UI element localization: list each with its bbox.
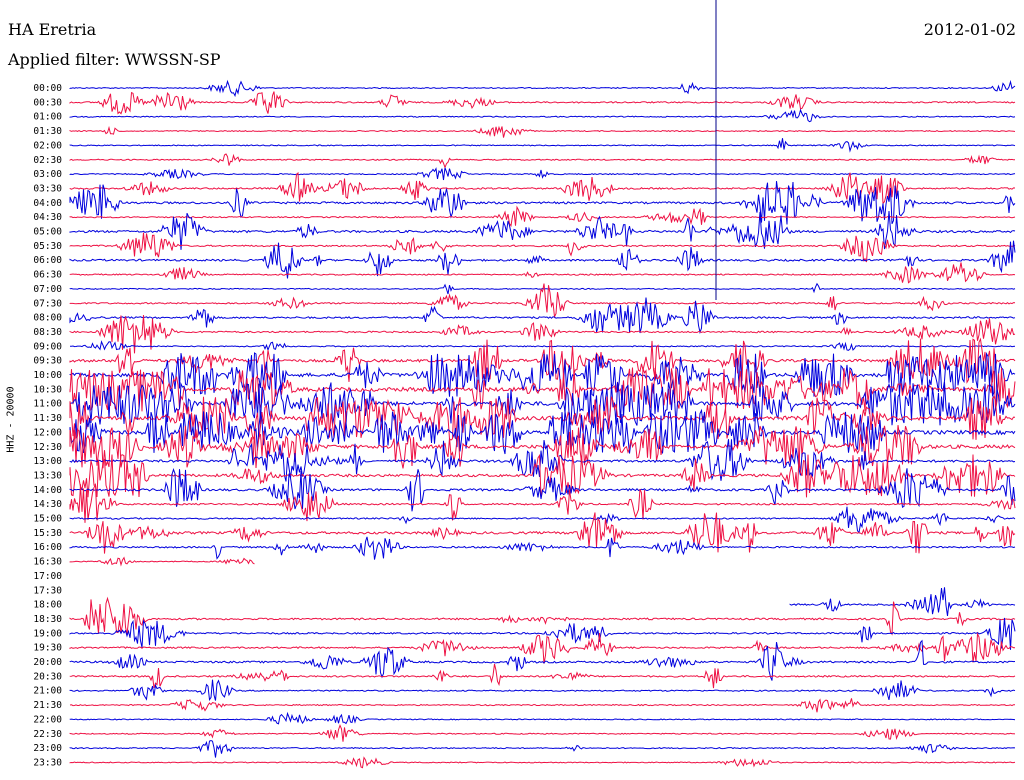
time-tick-label: 16:00: [33, 542, 62, 553]
time-tick-label: 13:00: [33, 456, 62, 467]
trace-row: [69, 536, 1016, 560]
time-tick-label: 06:30: [33, 270, 62, 281]
time-tick-label: 07:30: [33, 298, 62, 309]
time-tick-label: 11:00: [33, 399, 62, 410]
time-tick-label: 19:30: [33, 643, 62, 654]
time-tick-label: 07:00: [33, 284, 62, 295]
time-tick-label: 12:00: [33, 427, 62, 438]
time-tick-label: 18:00: [33, 600, 62, 611]
trace-row: [69, 596, 1016, 636]
time-tick-label: 08:30: [33, 327, 62, 338]
time-tick-label: 06:00: [33, 255, 62, 266]
time-tick-label: 17:30: [33, 585, 62, 596]
time-tick-label: 22:00: [33, 714, 62, 725]
trace-row: [69, 232, 1016, 263]
time-tick-label: 01:00: [33, 112, 62, 123]
time-tick-label: 23:30: [33, 757, 62, 768]
trace-row: [69, 739, 1016, 758]
trace-row: [69, 698, 1015, 713]
time-tick-label: 01:30: [33, 126, 62, 137]
time-tick-label: 23:00: [33, 743, 62, 754]
trace-row: [69, 556, 255, 567]
time-tick-label: 14:00: [33, 485, 62, 496]
time-tick-labels: 00:00 00:30 01:00 01:30 02:00 02:30 03:00 03:30…: [33, 83, 62, 768]
time-tick-label: 17:00: [33, 571, 62, 582]
time-tick-label: 19:00: [33, 628, 62, 639]
trace-row: [69, 79, 1016, 98]
time-tick-label: 02:30: [33, 155, 62, 166]
time-tick-label: 11:30: [33, 413, 62, 424]
time-tick-label: 03:30: [33, 183, 62, 194]
time-tick-label: 00:00: [33, 83, 62, 94]
time-tick-label: 16:30: [33, 557, 62, 568]
seismic-traces: [69, 79, 1016, 769]
time-tick-label: 02:00: [33, 140, 62, 151]
trace-row: [69, 91, 1016, 115]
time-tick-label: 09:00: [33, 341, 62, 352]
time-tick-label: 03:00: [33, 169, 62, 180]
trace-row: [69, 167, 1016, 181]
time-tick-label: 20:30: [33, 671, 62, 682]
trace-row: [69, 108, 1016, 123]
time-tick-label: 00:30: [33, 97, 62, 108]
time-tick-label: 09:30: [33, 356, 62, 367]
time-tick-label: 15:00: [33, 514, 62, 525]
time-tick-label: 05:30: [33, 241, 62, 252]
time-tick-label: 04:00: [33, 198, 62, 209]
time-tick-label: 12:30: [33, 442, 62, 453]
trace-row: [69, 262, 1016, 284]
time-tick-label: 04:30: [33, 212, 62, 223]
time-tick-label: 21:00: [33, 686, 62, 697]
helicorder-plot: 00:00 00:30 01:00 01:30 02:00 02:30 03:00 03:30…: [33, 0, 1016, 769]
time-tick-label: 22:30: [33, 729, 62, 740]
time-tick-label: 10:30: [33, 384, 62, 395]
trace-row: [69, 679, 1016, 702]
trace-row: [69, 631, 1015, 664]
time-tick-label: 05:00: [33, 227, 62, 238]
time-tick-label: 18:30: [33, 614, 62, 625]
time-tick-label: 13:30: [33, 470, 62, 481]
time-tick-label: 14:30: [33, 499, 62, 510]
trace-row: [69, 724, 1016, 742]
trace-row: [69, 125, 1016, 138]
time-tick-label: 08:00: [33, 313, 62, 324]
trace-row: [789, 587, 1016, 616]
time-tick-label: 21:30: [33, 700, 62, 711]
trace-row: [69, 181, 1016, 225]
trace-row: [69, 711, 1016, 725]
trace-row: [69, 153, 1015, 169]
trace-row: [69, 340, 1016, 352]
trace-row: [69, 756, 1016, 769]
trace-row: [69, 138, 1016, 153]
time-tick-label: 15:30: [33, 528, 62, 539]
trace-row: [69, 205, 1016, 227]
time-tick-label: 20:00: [33, 657, 62, 668]
time-tick-label: 10:00: [33, 370, 62, 381]
trace-row: [69, 467, 1016, 512]
